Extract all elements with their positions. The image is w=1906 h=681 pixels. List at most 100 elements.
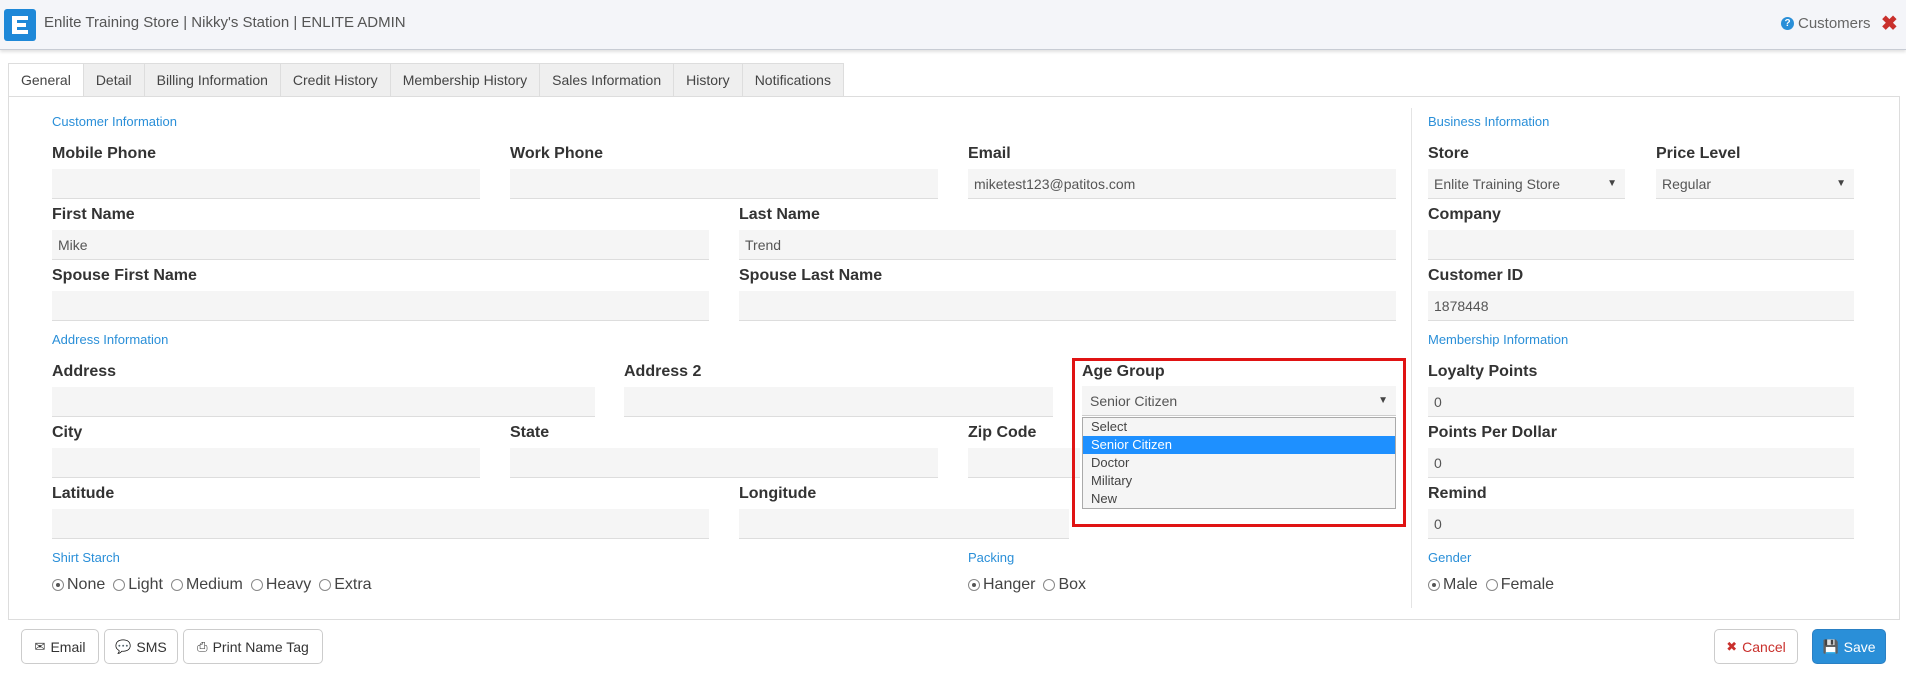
- radio-icon: [968, 579, 980, 591]
- comment-icon: 💬: [115, 638, 132, 654]
- starch-option-extra[interactable]: Extra: [319, 576, 372, 594]
- tab-notifications[interactable]: Notifications: [741, 63, 844, 97]
- tab-bar: General Detail Billing Information Credi…: [8, 63, 844, 98]
- cancel-button[interactable]: ✖ Cancel: [1714, 629, 1798, 664]
- customer-id-input[interactable]: 1878448: [1428, 291, 1854, 321]
- packing-box-label: Box: [1058, 576, 1087, 593]
- gender-option-male[interactable]: Male: [1428, 576, 1478, 594]
- spouse-last-name-label: Spouse Last Name: [739, 267, 883, 284]
- address2-input[interactable]: [624, 387, 1053, 417]
- gender-group: Male Female: [1428, 576, 1562, 594]
- work-phone-label: Work Phone: [510, 145, 604, 162]
- radio-icon: [1043, 579, 1056, 591]
- price-level-select[interactable]: Regular ▼: [1656, 169, 1854, 199]
- starch-heavy-label: Heavy: [265, 576, 312, 593]
- packing-hanger-label: Hanger: [983, 576, 1036, 593]
- tab-detail[interactable]: Detail: [82, 63, 145, 97]
- city-label: City: [52, 424, 83, 441]
- caret-down-icon: ▼: [1607, 178, 1617, 189]
- tab-billing-information[interactable]: Billing Information: [143, 63, 281, 97]
- shirt-starch-group: None Light Medium Heavy Extra: [52, 576, 380, 594]
- radio-icon: [1428, 579, 1440, 591]
- address-label: Address: [52, 363, 117, 380]
- tab-credit-history[interactable]: Credit History: [279, 63, 391, 97]
- longitude-input[interactable]: [739, 509, 1069, 539]
- section-shirt-starch: Shirt Starch: [52, 550, 120, 565]
- gender-female-label: Female: [1500, 576, 1555, 593]
- radio-icon: [52, 579, 64, 591]
- company-input[interactable]: [1428, 230, 1854, 260]
- email-button[interactable]: ✉ Email: [21, 629, 99, 664]
- starch-medium-label: Medium: [185, 576, 243, 593]
- starch-option-none[interactable]: None: [52, 576, 105, 594]
- company-label: Company: [1428, 206, 1501, 223]
- radio-icon: [1485, 579, 1498, 591]
- address-input[interactable]: [52, 387, 595, 417]
- starch-option-light[interactable]: Light: [113, 576, 163, 594]
- packing-option-hanger[interactable]: Hanger: [968, 576, 1035, 594]
- close-icon: ✖: [1726, 638, 1738, 654]
- loyalty-points-input[interactable]: 0: [1428, 387, 1854, 417]
- starch-light-label: Light: [128, 576, 163, 593]
- packing-option-box[interactable]: Box: [1043, 576, 1086, 594]
- app-header: Enlite Training Store | Nikky's Station …: [0, 0, 1906, 50]
- floppy-icon: 💾: [1822, 638, 1839, 654]
- column-divider: [1411, 108, 1412, 608]
- tab-history[interactable]: History: [673, 63, 743, 97]
- cancel-button-label: Cancel: [1742, 638, 1786, 655]
- spouse-first-name-input[interactable]: [52, 291, 709, 321]
- first-name-input[interactable]: Mike: [52, 230, 709, 260]
- envelope-icon: ✉: [34, 638, 46, 654]
- save-button[interactable]: 💾 Save: [1812, 629, 1886, 664]
- remind-input[interactable]: 0: [1428, 509, 1854, 539]
- help-icon[interactable]: ?: [1781, 17, 1794, 30]
- section-address-information: Address Information: [52, 332, 169, 347]
- latitude-input[interactable]: [52, 509, 709, 539]
- gender-option-female[interactable]: Female: [1485, 576, 1555, 594]
- email-label: Email: [968, 145, 1011, 162]
- state-label: State: [510, 424, 550, 441]
- starch-none-label: None: [67, 576, 106, 593]
- tab-general[interactable]: General: [8, 63, 84, 98]
- starch-extra-label: Extra: [334, 576, 372, 593]
- section-gender: Gender: [1428, 550, 1472, 565]
- state-input[interactable]: [510, 448, 938, 478]
- module-label[interactable]: Customers: [1798, 15, 1871, 32]
- print-name-tag-button[interactable]: ⎙ Print Name Tag: [183, 629, 323, 664]
- longitude-label: Longitude: [739, 485, 817, 502]
- mobile-phone-input[interactable]: [52, 169, 480, 199]
- radio-icon: [250, 579, 263, 591]
- zip-code-input[interactable]: [968, 448, 1080, 478]
- first-name-label: First Name: [52, 206, 135, 223]
- work-phone-input[interactable]: [510, 169, 938, 199]
- app-logo: [4, 9, 36, 41]
- latitude-label: Latitude: [52, 485, 115, 502]
- sms-button-label: SMS: [136, 638, 167, 655]
- close-icon[interactable]: ✖: [1881, 11, 1898, 36]
- store-label: Store: [1428, 145, 1469, 162]
- starch-option-heavy[interactable]: Heavy: [250, 576, 312, 594]
- mobile-phone-label: Mobile Phone: [52, 145, 156, 162]
- sms-button[interactable]: 💬 SMS: [104, 629, 178, 664]
- tab-membership-history[interactable]: Membership History: [389, 63, 541, 97]
- last-name-input[interactable]: Trend: [739, 230, 1396, 260]
- points-per-dollar-label: Points Per Dollar: [1428, 424, 1557, 441]
- loyalty-points-label: Loyalty Points: [1428, 363, 1538, 380]
- section-membership-information: Membership Information: [1428, 332, 1569, 347]
- highlight-box: [1072, 358, 1406, 527]
- email-input[interactable]: miketest123@patitos.com: [968, 169, 1396, 199]
- tab-sales-information[interactable]: Sales Information: [539, 63, 675, 97]
- section-business-information: Business Information: [1428, 114, 1550, 129]
- points-per-dollar-input[interactable]: 0: [1428, 448, 1854, 478]
- price-level-value: Regular: [1662, 176, 1712, 192]
- last-name-label: Last Name: [739, 206, 820, 223]
- zip-code-label: Zip Code: [968, 424, 1037, 441]
- starch-option-medium[interactable]: Medium: [170, 576, 243, 594]
- gender-male-label: Male: [1443, 576, 1478, 593]
- radio-icon: [170, 579, 183, 591]
- store-select[interactable]: Enlite Training Store ▼: [1428, 169, 1625, 199]
- logo-e-icon: [12, 16, 28, 34]
- spouse-last-name-input[interactable]: [739, 291, 1396, 321]
- packing-group: Hanger Box: [968, 576, 1094, 594]
- city-input[interactable]: [52, 448, 480, 478]
